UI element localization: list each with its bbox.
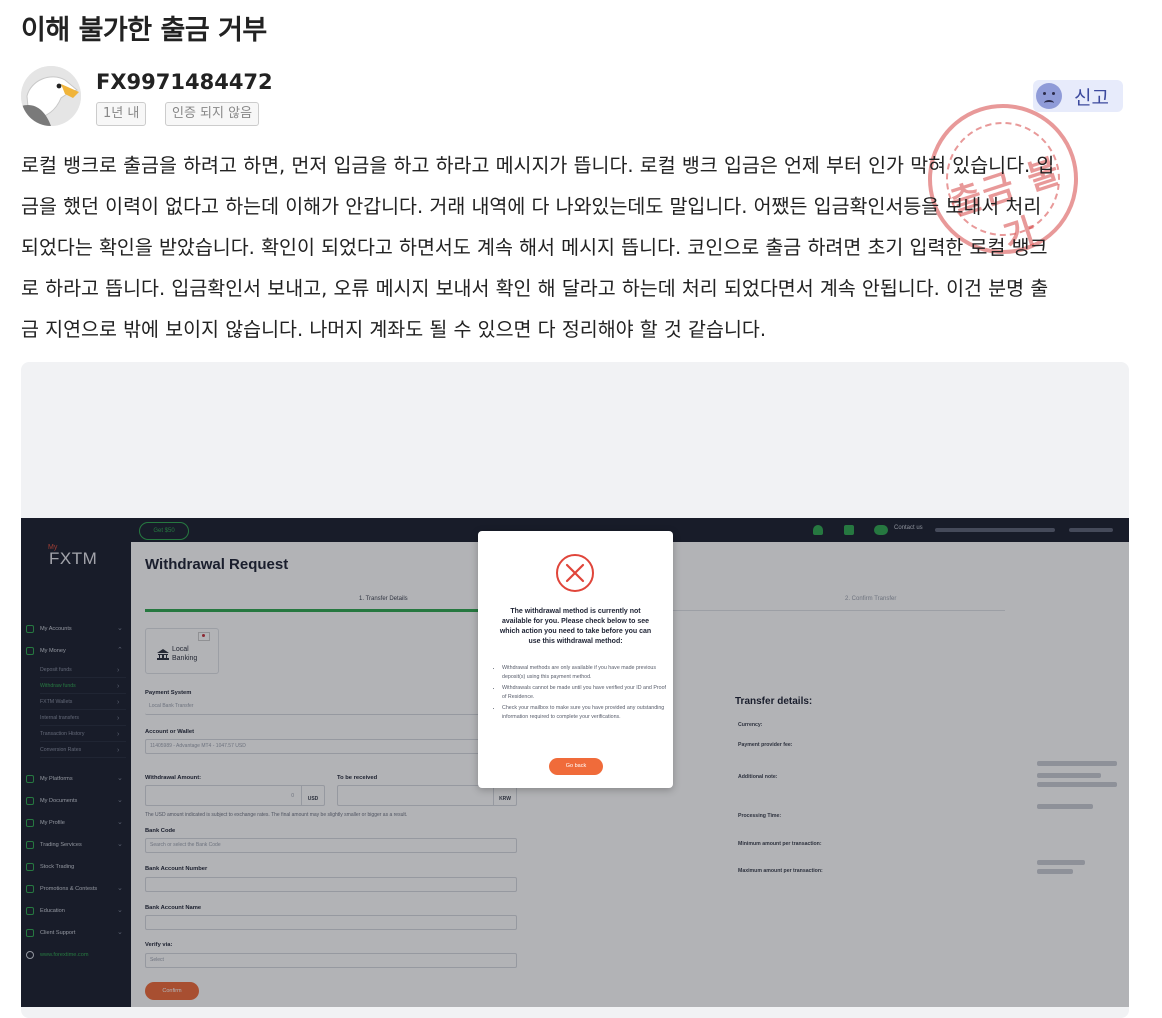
go-back-button: Go back (549, 758, 603, 775)
post-title: 이해 불가한 출금 거부 (21, 15, 267, 46)
post-body-line: 로 하라고 뜹니다. 입금확인서 보내고, 오류 메시지 보내서 확인 해 달라… (21, 277, 1049, 300)
post-body: 로컬 뱅크로 출금을 하려고 하면, 먼저 입금을 하고 하라고 메시지가 뜹니… (21, 145, 1126, 350)
post-body-line: 금을 했던 이력이 없다고 하는데 이해가 안갑니다. 거래 내역에 다 나와있… (21, 195, 1042, 218)
modal-title: The withdrawal method is currently not a… (499, 608, 652, 645)
verify-badge: 인증 되지 않음 (165, 102, 260, 126)
post-body-line: 되었다는 확인을 받았습니다. 확인이 되었다고 하면서도 계속 해서 메시지 … (21, 236, 1048, 259)
report-label: 신고 (1074, 86, 1109, 109)
post-body-line: 금 지연으로 밖에 보이지 않습니다. 나머지 계좌도 될 수 있으면 다 정리… (21, 318, 767, 341)
attached-screenshot[interactable]: Get $50 Contact us My FXTM My Accounts ⌄ … (21, 362, 1129, 1018)
sad-face-icon (1036, 83, 1062, 109)
error-x-icon (556, 554, 594, 592)
post-body-line: 로컬 뱅크로 출금을 하려고 하면, 먼저 입금을 하고 하라고 메시지가 뜹니… (21, 154, 1055, 177)
modal-reason: Check your mailbox to make sure you have… (502, 704, 670, 722)
unavailable-method-modal: The withdrawal method is currently not a… (478, 531, 673, 788)
eagle-avatar-icon (21, 66, 81, 126)
modal-reason: Withdrawals cannot be made until you hav… (502, 684, 670, 702)
screenshot-image: Get $50 Contact us My FXTM My Accounts ⌄ … (21, 518, 1129, 1007)
author-avatar[interactable] (21, 66, 81, 126)
modal-reason: Withdrawal methods are only available if… (502, 664, 670, 682)
report-button[interactable]: 신고 (1033, 80, 1123, 112)
author-name[interactable]: FX9971484472 (96, 70, 273, 94)
modal-reasons: Withdrawal methods are only available if… (494, 664, 670, 724)
time-badge: 1년 내 (96, 102, 147, 126)
